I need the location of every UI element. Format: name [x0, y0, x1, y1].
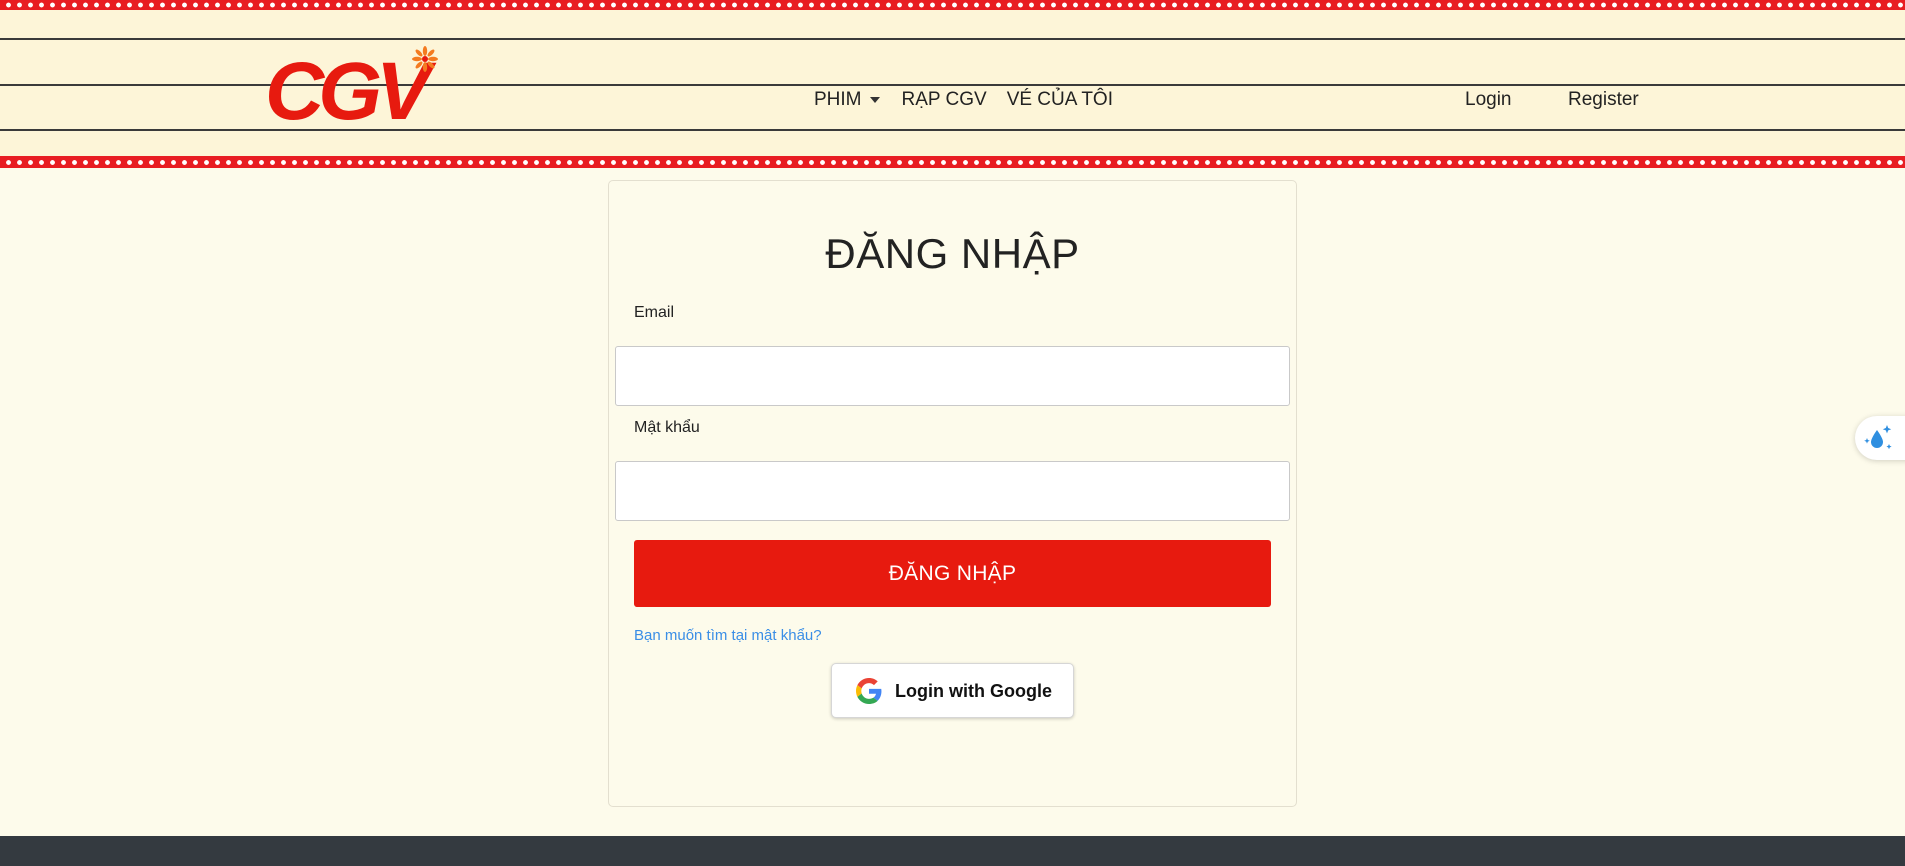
login-title: ĐĂNG NHẬP	[825, 230, 1080, 277]
cgv-logo[interactable]: CGV	[265, 45, 445, 137]
nav-item-rap-cgv[interactable]: RẠP CGV	[902, 89, 987, 111]
water-drop-sparkle-icon	[1864, 425, 1892, 450]
auth-nav-register: Register	[1568, 88, 1639, 112]
nav-item-phim[interactable]: PHIM	[814, 89, 880, 111]
header-line-1	[0, 38, 1905, 40]
register-link[interactable]: Register	[1568, 89, 1639, 111]
google-login-button[interactable]: Login with Google	[831, 663, 1074, 718]
google-login-label: Login with Google	[895, 681, 1052, 701]
logo-text: CGV	[265, 46, 437, 125]
nav-item-ve-cua-toi-label: VÉ CỦA TÔI	[1006, 89, 1113, 110]
login-submit-button[interactable]: ĐĂNG NHẬP	[634, 540, 1271, 607]
google-g-icon	[856, 678, 882, 704]
password-label: Mật khẩu	[634, 419, 700, 436]
login-link[interactable]: Login	[1465, 89, 1512, 111]
nav-item-rap-cgv-label: RẠP CGV	[901, 89, 987, 110]
nav-item-ve-cua-toi[interactable]: VÉ CỦA TÔI	[1007, 89, 1113, 111]
main-nav: PHIM RẠP CGV VÉ CỦA TÔI	[814, 88, 1113, 112]
floating-helper-widget[interactable]	[1855, 416, 1905, 460]
caret-down-icon	[869, 97, 880, 103]
site-header: CGV PHIM RẠP CGV VÉ CỦA TÔI Login Regist…	[0, 0, 1905, 168]
email-label: Email	[634, 304, 675, 321]
auth-nav: Login	[1465, 88, 1512, 112]
header-bottom-dotted-border	[0, 156, 1905, 168]
nav-item-phim-label: PHIM	[814, 89, 862, 110]
password-field[interactable]	[615, 461, 1290, 521]
email-field[interactable]	[615, 346, 1290, 406]
header-line-3	[0, 129, 1905, 131]
cgv-logo-graphic: CGV	[265, 46, 443, 137]
header-top-dotted-border	[0, 0, 1905, 10]
site-footer	[0, 836, 1905, 866]
forgot-password-link[interactable]: Bạn muốn tìm tại mật khẩu?	[634, 627, 822, 644]
logo-star-icon	[412, 46, 438, 72]
